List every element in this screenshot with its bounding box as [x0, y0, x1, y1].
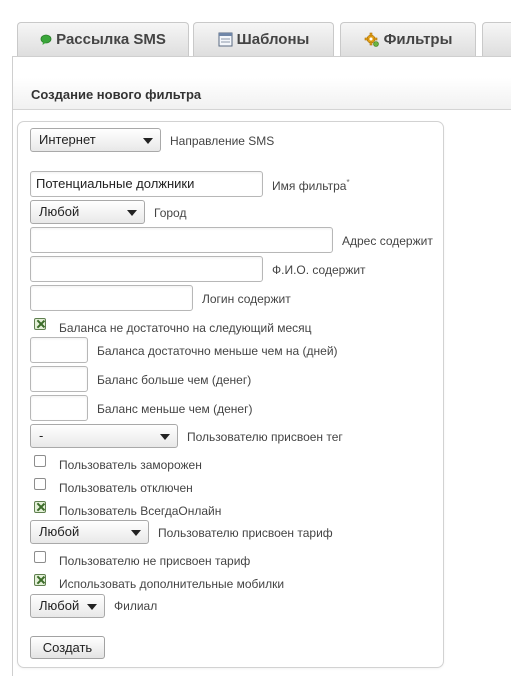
balance-less-label: Баланс меньше чем (денег) — [97, 402, 253, 416]
filter-name-label-text: Имя фильтра — [272, 179, 347, 193]
always-online-checkbox[interactable] — [34, 501, 46, 513]
balance-days-label: Баланса достаточно меньше чем на (дней) — [97, 344, 338, 358]
address-field[interactable] — [30, 227, 333, 253]
direction-select[interactable]: Интернет — [30, 128, 161, 152]
tag-value: - — [39, 428, 44, 443]
chevron-down-icon — [127, 210, 137, 216]
disabled-checkbox[interactable] — [34, 478, 46, 490]
balance-more-label: Баланс больше чем (денег) — [97, 373, 252, 387]
city-label: Город — [154, 206, 187, 220]
branch-value: Любой — [39, 598, 80, 613]
chevron-down-icon — [131, 530, 141, 536]
tab-templates[interactable]: Шаблоны — [193, 22, 334, 56]
login-label: Логин содержит — [202, 292, 291, 306]
filter-name-label: Имя фильтра* — [272, 178, 350, 193]
tab-label: Рассылка SMS — [56, 31, 166, 48]
tab-label: Шаблоны — [236, 31, 310, 48]
chevron-down-icon — [143, 138, 153, 144]
gear-filter-icon — [364, 32, 380, 48]
required-mark: * — [346, 178, 350, 187]
balance-more-field[interactable] — [30, 366, 88, 392]
tag-label: Пользователю присвоен тег — [187, 430, 343, 444]
direction-value: Интернет — [39, 132, 96, 147]
always-online-label: Пользователь ВсегдаОнлайн — [59, 504, 222, 518]
frozen-checkbox[interactable] — [34, 455, 46, 467]
no-tariff-label: Пользователю не присвоен тариф — [59, 554, 251, 568]
city-select[interactable]: Любой — [30, 200, 145, 224]
disabled-label: Пользователь отключен — [59, 481, 193, 495]
balance-not-enough-label: Баланса не достаточно на следующий месяц — [59, 321, 312, 335]
tab-sms-broadcast[interactable]: Рассылка SMS — [17, 22, 189, 56]
city-value: Любой — [39, 204, 80, 219]
no-tariff-checkbox[interactable] — [34, 551, 46, 563]
tariff-value: Любой — [39, 524, 80, 539]
frozen-label: Пользователь заморожен — [59, 458, 202, 472]
tab-overflow[interactable] — [482, 22, 511, 56]
section-header: Создание нового фильтра — [13, 78, 511, 110]
fio-label: Ф.И.О. содержит — [272, 263, 366, 277]
tariff-select[interactable]: Любой — [30, 520, 149, 544]
chevron-down-icon — [160, 434, 170, 440]
extra-mobiles-checkbox[interactable] — [34, 574, 46, 586]
content-border — [12, 56, 13, 676]
direction-label: Направление SMS — [170, 134, 275, 148]
create-button[interactable]: Создать — [30, 636, 105, 659]
chevron-down-icon — [87, 604, 97, 610]
sms-bubble-icon — [40, 34, 52, 46]
tariff-label: Пользователю присвоен тариф — [158, 526, 333, 540]
tab-label: Фильтры — [383, 31, 453, 48]
branch-label: Филиал — [114, 599, 158, 613]
login-field[interactable] — [30, 285, 193, 311]
tab-divider — [12, 56, 511, 57]
branch-select[interactable]: Любой — [30, 594, 105, 618]
tag-select[interactable]: - — [30, 424, 178, 448]
page-title: Создание нового фильтра — [31, 87, 202, 102]
address-label: Адрес содержит — [342, 234, 433, 248]
filter-name-field[interactable]: Потенциальные должники — [30, 171, 263, 197]
balance-days-field[interactable] — [30, 337, 88, 363]
template-window-icon — [218, 32, 233, 47]
fio-field[interactable] — [30, 256, 263, 282]
extra-mobiles-label: Использовать дополнительные мобилки — [59, 577, 285, 591]
tab-filters[interactable]: Фильтры — [340, 22, 476, 56]
tab-bar: Рассылка SMS Шаблоны Фильтры — [0, 0, 511, 60]
balance-less-field[interactable] — [30, 395, 88, 421]
filter-name-value: Потенциальные должники — [36, 176, 195, 191]
balance-not-enough-checkbox[interactable] — [34, 318, 46, 330]
